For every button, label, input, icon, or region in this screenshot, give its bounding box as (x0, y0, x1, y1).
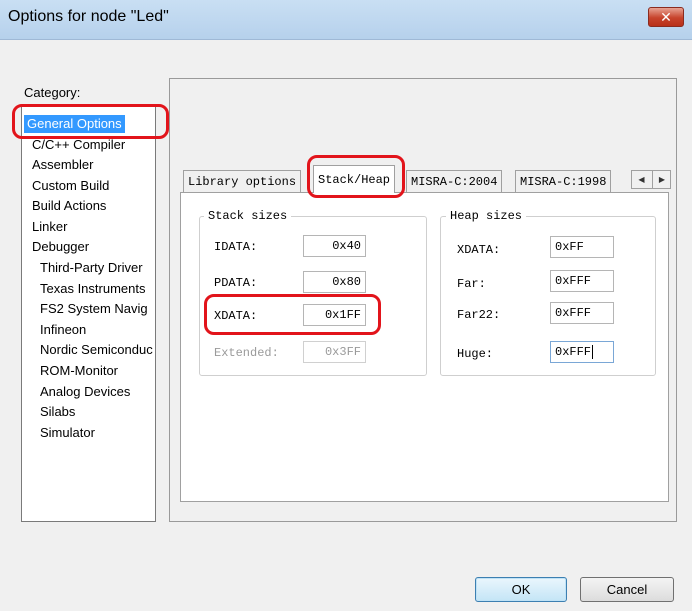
cancel-button[interactable]: Cancel (580, 577, 674, 602)
tab-stack-heap[interactable]: Stack/Heap (313, 165, 396, 193)
window-title: Options for node "Led" (8, 8, 169, 25)
category-label: Category: (24, 85, 81, 100)
heap-xdata-field[interactable]: 0xFF (550, 236, 614, 258)
category-item-silabs[interactable]: Silabs (40, 403, 75, 421)
heap-far-field[interactable]: 0xFFF (550, 270, 614, 292)
category-item-texas-instruments[interactable]: Texas Instruments (40, 280, 146, 298)
heap-sizes-title: Heap sizes (446, 209, 527, 223)
category-item-nordic-semiconductor[interactable]: Nordic Semiconduc (40, 341, 153, 359)
heap-huge-field[interactable]: 0xFFF (550, 341, 614, 363)
tab-misra-c-1998[interactable]: MISRA-C:1998 (515, 170, 612, 193)
heap-huge-value: 0xFFF (555, 345, 592, 359)
heap-xdata-label: XDATA: (457, 243, 501, 257)
stack-pdata-label: PDATA: (214, 276, 258, 290)
category-list[interactable]: General Options C/C++ Compiler Assembler… (21, 106, 156, 522)
stack-extended-field: 0x3FF (303, 341, 366, 363)
highlight-xdata-stack (204, 294, 381, 335)
heap-far22-label: Far22: (457, 308, 501, 322)
heap-huge-label: Huge: (457, 347, 494, 361)
category-item-build-actions[interactable]: Build Actions (32, 197, 106, 215)
tab-library-options[interactable]: Library options (183, 170, 302, 193)
tab-scroll-buttons: ◀ ▶ (631, 170, 671, 189)
heap-far-label: Far: (457, 277, 486, 291)
ok-button[interactable]: OK (475, 577, 567, 602)
category-item-third-party-driver[interactable]: Third-Party Driver (40, 259, 143, 277)
category-item-rom-monitor[interactable]: ROM-Monitor (40, 362, 118, 380)
text-caret (592, 344, 594, 359)
category-item-debugger[interactable]: Debugger (32, 238, 89, 256)
tab-scroll-right-icon[interactable]: ▶ (652, 171, 671, 188)
close-button[interactable]: ✕ (648, 7, 684, 27)
stack-idata-label: IDATA: (214, 240, 258, 254)
tab-scroll-left-icon[interactable]: ◀ (632, 171, 651, 188)
stack-extended-label: Extended: (214, 346, 279, 360)
category-item-analog-devices[interactable]: Analog Devices (40, 383, 130, 401)
category-item-assembler[interactable]: Assembler (32, 156, 93, 174)
category-item-infineon[interactable]: Infineon (40, 321, 86, 339)
stack-idata-field[interactable]: 0x40 (303, 235, 366, 257)
close-icon: ✕ (660, 9, 672, 25)
tab-misra-c-2004[interactable]: MISRA-C:2004 (406, 170, 503, 193)
category-item-custom-build[interactable]: Custom Build (32, 177, 109, 195)
category-item-simulator[interactable]: Simulator (40, 424, 95, 442)
title-bar: Options for node "Led" ✕ (0, 0, 692, 40)
category-item-linker[interactable]: Linker (32, 218, 67, 236)
category-item-fs2-system-navigator[interactable]: FS2 System Navig (40, 300, 148, 318)
highlight-general-options (12, 104, 169, 139)
heap-far22-field[interactable]: 0xFFF (550, 302, 614, 324)
stack-sizes-title: Stack sizes (204, 209, 292, 223)
stack-pdata-field[interactable]: 0x80 (303, 271, 366, 293)
